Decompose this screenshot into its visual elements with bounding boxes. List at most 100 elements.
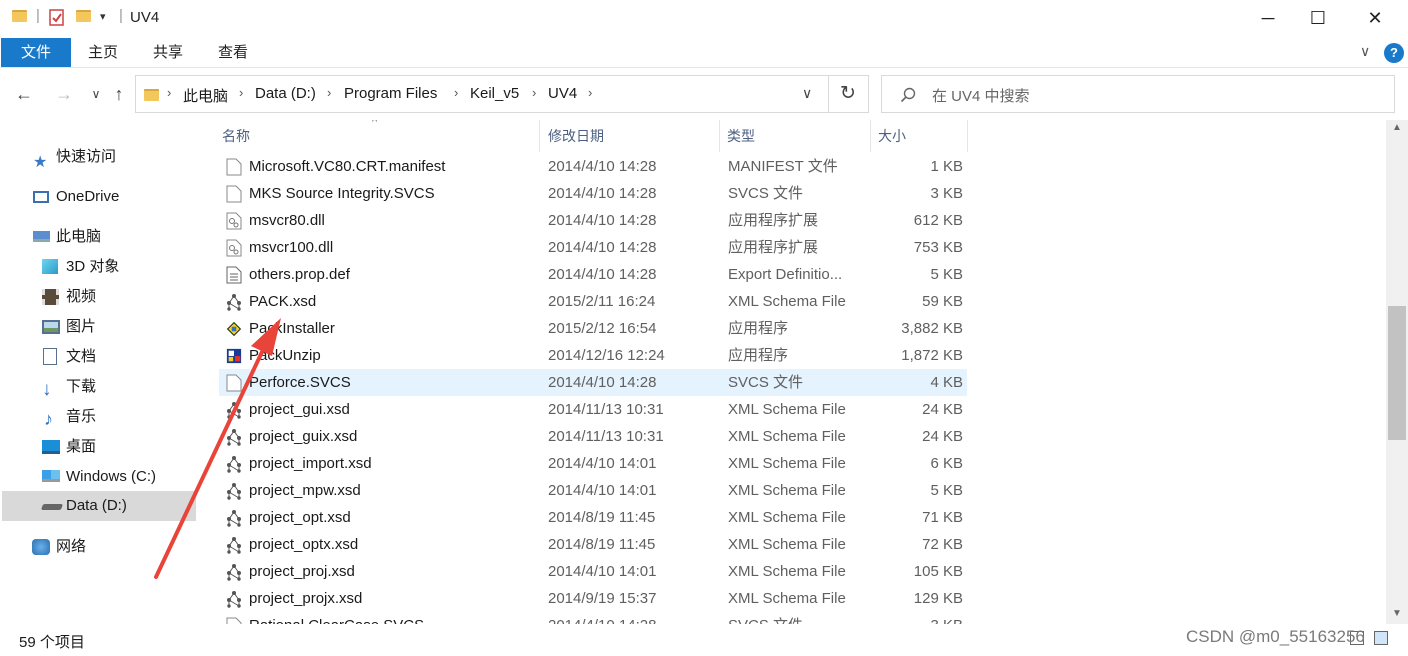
- nav-item-videos[interactable]: 视频: [0, 282, 196, 312]
- maximize-button[interactable]: ☐: [1293, 0, 1343, 38]
- new-folder-icon[interactable]: [76, 9, 91, 29]
- music-icon: ♪: [44, 409, 53, 429]
- breadcrumb-this-pc[interactable]: 此电脑: [183, 85, 228, 106]
- file-row[interactable]: project_optx.xsd 2014/8/19 11:45 XML Schem…: [219, 531, 967, 558]
- nav-item-desktop[interactable]: 桌面: [0, 432, 196, 462]
- search-input[interactable]: 在 UV4 中搜索: [932, 85, 1030, 106]
- file-row[interactable]: project_opt.xsd 2014/8/19 11:45 XML Schema…: [219, 504, 967, 531]
- scroll-up-arrow-icon[interactable]: ▲: [1392, 122, 1402, 133]
- nav-item-music[interactable]: ♪ 音乐: [0, 402, 196, 432]
- file-name: PackInstaller: [249, 320, 335, 337]
- nav-item-onedrive[interactable]: OneDrive: [0, 182, 196, 212]
- file-row[interactable]: PackUnzip 2014/12/16 12:24 应用程序 1,872 KB: [219, 342, 967, 369]
- help-icon[interactable]: ?: [1384, 43, 1404, 63]
- breadcrumb-data-drive[interactable]: Data (D:): [255, 85, 316, 102]
- file-name: others.prop.def: [249, 266, 350, 283]
- column-header-date[interactable]: 修改日期: [548, 120, 604, 152]
- nav-item-data-d[interactable]: Data (D:): [2, 491, 196, 521]
- file-row[interactable]: Perforce.SVCS 2014/4/10 14:28 SVCS 文件 4 KB: [219, 369, 967, 396]
- tab-share[interactable]: 共享: [143, 38, 193, 67]
- breadcrumb-program-files[interactable]: Program Files: [344, 85, 437, 102]
- file-row[interactable]: project_guix.xsd 2014/11/13 10:31 XML Sche…: [219, 423, 967, 450]
- file-date: 2014/4/10 14:28: [548, 212, 657, 229]
- navigation-pane: ★ 快速访问 OneDrive 此电脑 3D 对象 视频 图片 文档 ↓ 下载 …: [0, 120, 200, 624]
- tab-view[interactable]: 查看: [208, 38, 258, 67]
- search-box[interactable]: 在 UV4 中搜索: [881, 75, 1395, 113]
- breadcrumb-separator-icon[interactable]: ›: [532, 85, 536, 100]
- pack-installer-icon: [226, 321, 242, 337]
- column-divider[interactable]: [719, 120, 720, 152]
- text-file-icon: [226, 266, 242, 284]
- breadcrumb-separator-icon[interactable]: ›: [588, 85, 592, 100]
- nav-item-pictures[interactable]: 图片: [0, 312, 196, 342]
- file-name: project_proj.xsd: [249, 563, 355, 580]
- column-divider[interactable]: [870, 120, 871, 152]
- address-history-chevron-icon[interactable]: ∨: [802, 85, 812, 102]
- file-size: 72 KB: [922, 536, 963, 553]
- nav-item-documents[interactable]: 文档: [0, 342, 196, 372]
- xsd-icon: [227, 294, 241, 311]
- nav-item-this-pc[interactable]: 此电脑: [0, 222, 196, 252]
- column-header-name[interactable]: 名称: [222, 120, 250, 152]
- breadcrumb-separator-icon[interactable]: ›: [167, 85, 171, 100]
- file-size: 1 KB: [930, 158, 963, 175]
- file-row[interactable]: project_mpw.xsd 2014/4/10 14:01 XML Schema…: [219, 477, 967, 504]
- column-divider[interactable]: [967, 120, 968, 152]
- breadcrumb-keil[interactable]: Keil_v5: [470, 85, 519, 102]
- divider: |: [119, 7, 123, 24]
- file-row[interactable]: project_gui.xsd 2014/11/13 10:31 XML Schem…: [219, 396, 967, 423]
- file-type: XML Schema File: [728, 482, 846, 499]
- file-size: 5 KB: [930, 266, 963, 283]
- column-header-size[interactable]: 大小: [878, 120, 906, 152]
- large-icons-view-icon[interactable]: [1374, 631, 1388, 645]
- file-date: 2014/4/10 14:01: [548, 482, 657, 499]
- file-row[interactable]: MKS Source Integrity.SVCS 2014/4/10 14:28…: [219, 180, 967, 207]
- folder-icon: [12, 9, 27, 29]
- watermark: CSDN @m0_55163256: [1186, 627, 1365, 646]
- breadcrumb-uv4[interactable]: UV4: [548, 85, 577, 102]
- scroll-down-arrow-icon[interactable]: ▼: [1392, 608, 1402, 619]
- file-row[interactable]: project_import.xsd 2014/4/10 14:01 XML Sch…: [219, 450, 967, 477]
- file-row[interactable]: Microsoft.VC80.CRT.manifest 2014/4/10 14:…: [219, 153, 967, 180]
- address-bar[interactable]: › 此电脑 › Data (D:) › Program Files › Keil…: [135, 75, 869, 113]
- back-arrow-icon[interactable]: ←: [12, 82, 36, 106]
- expand-ribbon-icon[interactable]: ∨: [1360, 43, 1370, 60]
- file-row[interactable]: project_proj.xsd 2014/4/10 14:01 XML Schem…: [219, 558, 967, 585]
- close-button[interactable]: ✕: [1350, 0, 1400, 38]
- up-arrow-icon[interactable]: ↑: [107, 82, 131, 106]
- tab-file[interactable]: 文件: [1, 38, 71, 67]
- scrollbar-thumb[interactable]: [1388, 306, 1406, 440]
- nav-item-3d-objects[interactable]: 3D 对象: [0, 252, 196, 282]
- file-row[interactable]: Rational ClearCase.SVCS 2014/4/10 14:28 SV…: [219, 612, 967, 624]
- nav-item-network[interactable]: 网络: [0, 532, 196, 562]
- tab-home[interactable]: 主页: [78, 38, 128, 67]
- nav-item-windows-c[interactable]: Windows (C:): [0, 462, 196, 492]
- file-row[interactable]: PackInstaller 2015/2/12 16:54 应用程序 3,882 KB: [219, 315, 967, 342]
- column-divider[interactable]: [539, 120, 540, 152]
- file-row[interactable]: msvcr80.dll 2014/4/10 14:28 应用程序扩展 612 KB: [219, 207, 967, 234]
- file-row[interactable]: msvcr100.dll 2014/4/10 14:28 应用程序扩展 753 KB: [219, 234, 967, 261]
- minimize-button[interactable]: ─: [1243, 0, 1293, 38]
- breadcrumb-separator-icon[interactable]: ›: [327, 85, 331, 100]
- breadcrumb-separator-icon[interactable]: ›: [454, 85, 458, 100]
- nav-item-quick-access[interactable]: ★ 快速访问: [0, 142, 196, 172]
- file-row[interactable]: project_projx.xsd 2014/9/19 15:37 XML Sche…: [219, 585, 967, 612]
- vertical-scrollbar[interactable]: ▲ ▼: [1386, 120, 1408, 624]
- column-header-type[interactable]: 类型: [727, 120, 755, 152]
- file-type: 应用程序: [728, 320, 789, 337]
- nav-item-downloads[interactable]: ↓ 下载: [0, 372, 196, 402]
- refresh-icon[interactable]: ↻: [840, 82, 856, 105]
- breadcrumb-separator-icon[interactable]: ›: [239, 85, 243, 100]
- network-icon: [32, 539, 50, 555]
- customize-quick-access-icon[interactable]: ▾: [100, 10, 106, 30]
- forward-arrow-icon[interactable]: →: [52, 82, 76, 106]
- file-name: Rational ClearCase.SVCS: [249, 612, 424, 624]
- title-bar: | ▾ | UV4 ─ ☐ ✕: [0, 0, 1408, 38]
- properties-icon[interactable]: [49, 8, 65, 28]
- file-row[interactable]: PACK.xsd 2015/2/11 16:24 XML Schema File 59…: [219, 288, 967, 315]
- recent-locations-chevron-icon[interactable]: ∨: [84, 82, 108, 106]
- file-row[interactable]: others.prop.def 2014/4/10 14:28 Export Def…: [219, 261, 967, 288]
- file-type: Export Definitio...: [728, 266, 843, 283]
- file-icon: [226, 617, 242, 624]
- file-type: SVCS 文件: [728, 612, 803, 624]
